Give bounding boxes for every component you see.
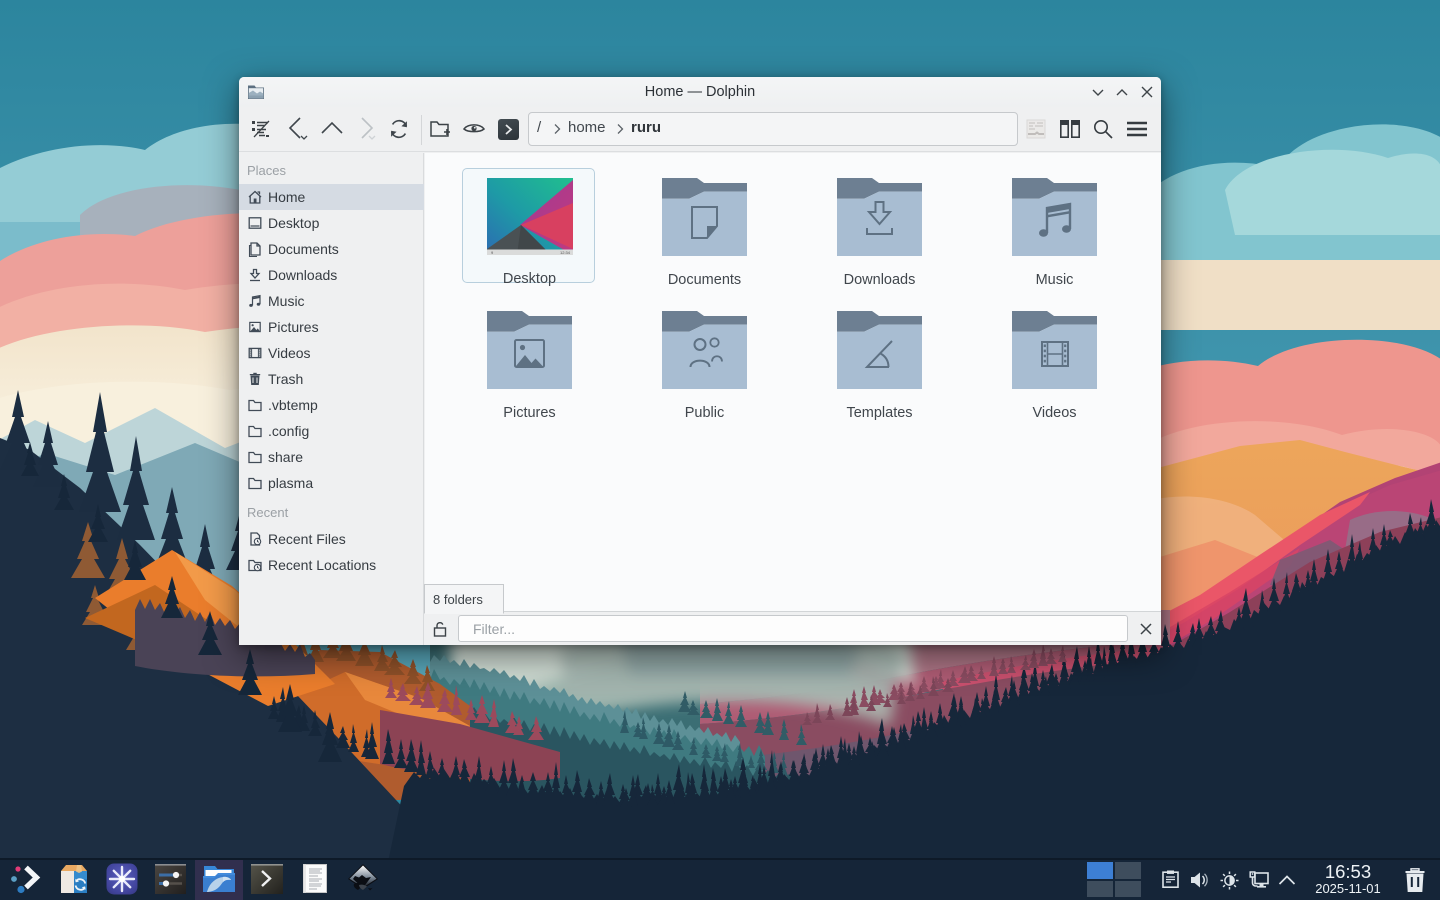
svg-text:12:34: 12:34	[560, 250, 571, 255]
